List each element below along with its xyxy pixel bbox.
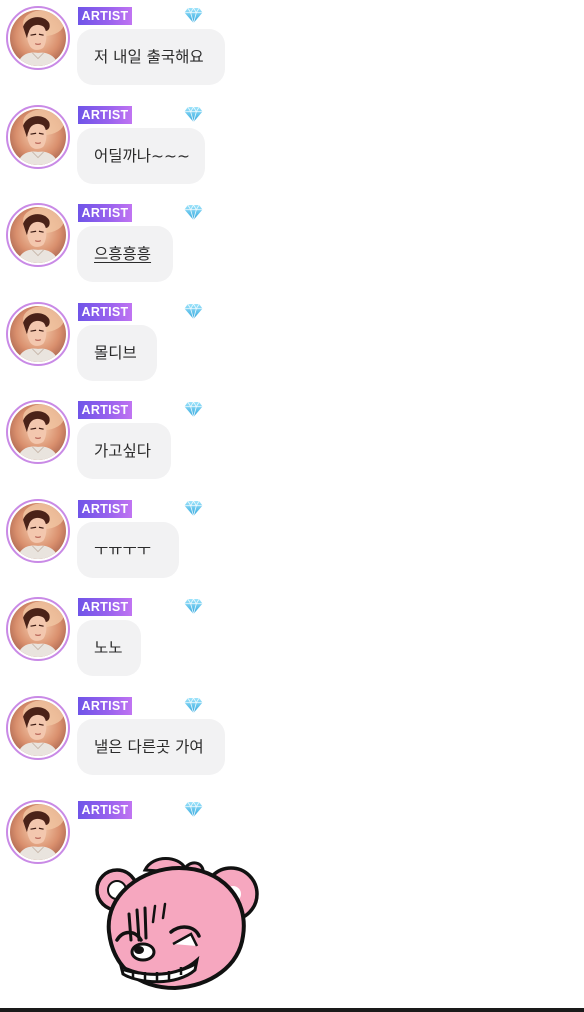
message-bubble[interactable]: 노노 xyxy=(77,620,141,676)
diamond-icon xyxy=(184,303,203,320)
message-text: ㅜㅠㅜㅜ xyxy=(94,541,152,559)
avatar-photo xyxy=(10,10,66,66)
message-text: 으흥흥흥 xyxy=(94,245,152,263)
artist-badge: ARTIST xyxy=(78,204,132,222)
message-text: 저 내일 출국해요 xyxy=(94,48,204,66)
chat-message: ARTIST 가고싶다 xyxy=(0,394,584,492)
avatar-photo xyxy=(10,503,66,559)
artist-badge: ARTIST xyxy=(78,106,132,124)
avatar-image xyxy=(10,207,66,263)
chat-message: ARTIST 노노 xyxy=(0,591,584,689)
artist-badge: ARTIST xyxy=(78,401,132,419)
artist-badge: ARTIST xyxy=(78,697,132,715)
artist-avatar[interactable] xyxy=(6,6,70,70)
avatar-image xyxy=(10,503,66,559)
avatar-photo xyxy=(10,306,66,362)
artist-badge: ARTIST xyxy=(78,598,132,616)
chat-message: ARTIST 저 내일 출국해요 xyxy=(0,0,584,98)
avatar-photo xyxy=(10,804,66,860)
artist-avatar[interactable] xyxy=(6,800,70,864)
avatar-photo xyxy=(10,207,66,263)
message-bubble[interactable]: 으흥흥흥 xyxy=(77,226,173,282)
message-bubble[interactable]: 몰디브 xyxy=(77,325,157,381)
message-bubble[interactable]: 저 내일 출국해요 xyxy=(77,29,225,85)
artist-badge: ARTIST xyxy=(78,303,132,321)
avatar-image xyxy=(10,404,66,460)
chat-message: ARTIST 낼은 다른곳 가여 xyxy=(0,690,584,788)
artist-avatar[interactable] xyxy=(6,105,70,169)
artist-badge: ARTIST xyxy=(78,801,132,819)
pink-bear-sticker[interactable] xyxy=(93,854,263,994)
avatar-image xyxy=(10,804,66,860)
avatar-photo xyxy=(10,700,66,756)
avatar-photo xyxy=(10,404,66,460)
artist-avatar[interactable] xyxy=(6,597,70,661)
diamond-icon xyxy=(184,598,203,615)
diamond-icon xyxy=(184,697,203,714)
avatar-image xyxy=(10,10,66,66)
diamond-icon xyxy=(184,801,203,818)
chat-message-sticker: ARTIST xyxy=(0,794,584,892)
message-text: 노노 xyxy=(94,639,123,657)
chat-message: ARTIST ㅜㅠㅜㅜ xyxy=(0,493,584,591)
artist-avatar[interactable] xyxy=(6,400,70,464)
chat-message: ARTIST 몰디브 xyxy=(0,296,584,394)
diamond-icon xyxy=(184,106,203,123)
diamond-icon xyxy=(184,401,203,418)
artist-badge: ARTIST xyxy=(78,7,132,25)
artist-avatar[interactable] xyxy=(6,499,70,563)
message-text: 가고싶다 xyxy=(94,442,152,460)
message-text: 어딜까나~~~ xyxy=(94,147,191,165)
diamond-icon xyxy=(184,204,203,221)
message-bubble[interactable]: 가고싶다 xyxy=(77,423,171,479)
artist-avatar[interactable] xyxy=(6,302,70,366)
chat-message: ARTIST 으흥흥흥 xyxy=(0,197,584,295)
avatar-image xyxy=(10,601,66,657)
message-bubble[interactable]: 어딜까나~~~ xyxy=(77,128,205,184)
avatar-image xyxy=(10,109,66,165)
diamond-icon xyxy=(184,7,203,24)
message-bubble[interactable]: 낼은 다른곳 가여 xyxy=(77,719,225,775)
message-text: 몰디브 xyxy=(94,344,137,362)
artist-badge: ARTIST xyxy=(78,500,132,518)
message-bubble[interactable]: ㅜㅠㅜㅜ xyxy=(77,522,179,578)
message-text: 낼은 다른곳 가여 xyxy=(94,738,204,756)
artist-avatar[interactable] xyxy=(6,696,70,760)
chat-message: ARTIST 어딜까나~~~ xyxy=(0,99,584,197)
bottom-divider xyxy=(0,1008,584,1012)
avatar-photo xyxy=(10,601,66,657)
avatar-photo xyxy=(10,109,66,165)
artist-avatar[interactable] xyxy=(6,203,70,267)
diamond-icon xyxy=(184,500,203,517)
avatar-image xyxy=(10,306,66,362)
avatar-image xyxy=(10,700,66,756)
